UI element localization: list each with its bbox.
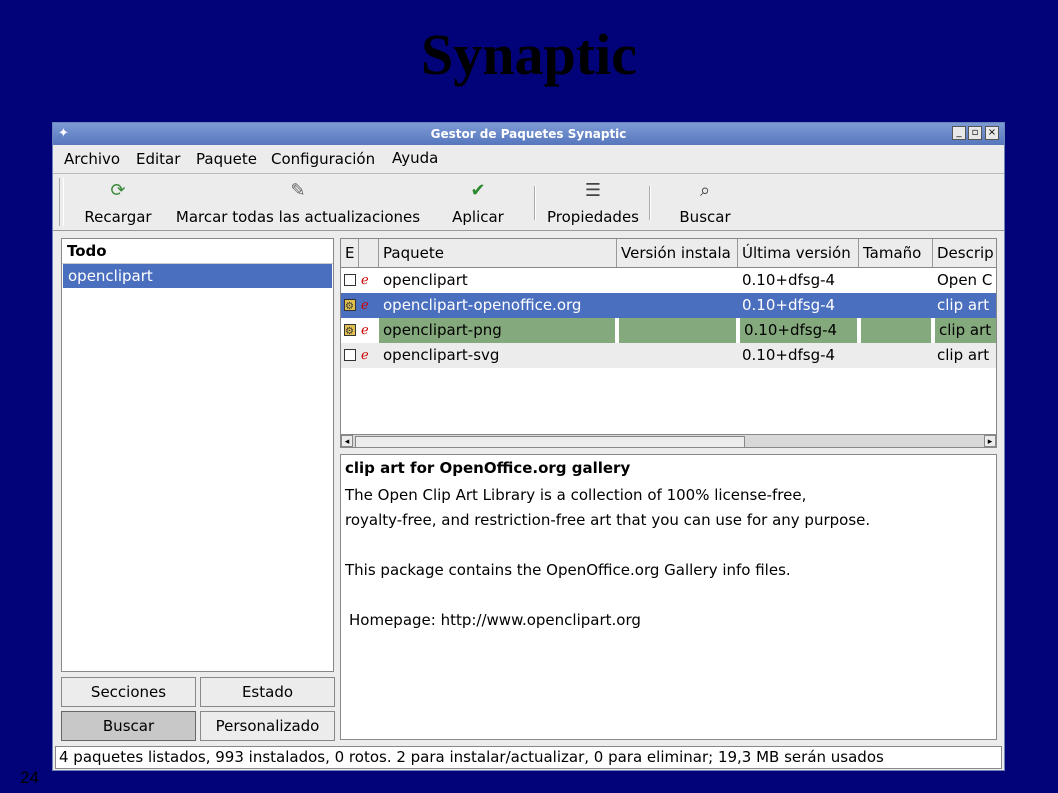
column-package[interactable]: Paquete (379, 239, 617, 267)
menu-ayuda[interactable]: Ayuda (392, 149, 438, 167)
properties-button[interactable]: ☰ Propiedades (543, 180, 643, 226)
toolbar: ⟳ Recargar ✎ Marcar todas las actualizac… (53, 174, 1004, 231)
debian-swirl-icon: ℯ (361, 348, 369, 363)
toolbar-handle[interactable] (59, 178, 64, 226)
description-blank (345, 583, 992, 608)
scroll-right-icon[interactable]: ▸ (984, 435, 996, 447)
sections-button[interactable]: Secciones (61, 677, 196, 707)
maximize-button[interactable]: ▫ (968, 126, 982, 140)
menu-archivo[interactable]: Archivo (64, 150, 120, 168)
package-latest-version: 0.10+dfsg-4 (742, 346, 836, 364)
package-name: openclipart-svg (383, 346, 500, 364)
slide-page-number: 24 (20, 768, 39, 787)
marked-install-icon[interactable] (344, 319, 356, 344)
reload-label: Recargar (84, 208, 152, 226)
package-list-header: E Paquete Versión instala Última versión… (341, 239, 996, 268)
menubar: Archivo Editar Paquete Configuración Ayu… (53, 145, 1004, 174)
debian-swirl-icon: ℯ (361, 323, 369, 338)
minimize-button[interactable]: _ (952, 126, 966, 140)
window-titlebar[interactable]: ✦ Gestor de Paquetes Synaptic _ ▫ × (53, 123, 1004, 145)
package-name: openclipart-png (379, 318, 615, 343)
package-row[interactable]: ℯ openclipart-png 0.10+dfsg-4 clip art (341, 318, 996, 344)
debian-swirl-icon: ℯ (361, 273, 369, 288)
package-row[interactable]: ℯ openclipart 0.10+dfsg-4 Open C (341, 268, 996, 293)
mark-upgrades-icon: ✎ (290, 180, 306, 201)
package-description: clip art (935, 318, 996, 343)
filter-item-openclipart[interactable]: openclipart (63, 264, 332, 288)
slide-title: Synaptic (421, 22, 637, 87)
package-list: E Paquete Versión instala Última versión… (340, 238, 997, 444)
search-button[interactable]: ⌕ Buscar (674, 180, 736, 226)
column-installed-version[interactable]: Versión instala (617, 239, 738, 267)
description-heading: clip art for OpenOffice.org gallery (345, 459, 631, 477)
column-latest-version[interactable]: Última versión (738, 239, 859, 267)
reload-icon: ⟳ (110, 180, 126, 201)
column-status[interactable]: E (341, 239, 359, 267)
menu-configuracion[interactable]: Configuración (271, 150, 375, 168)
description-blank (345, 533, 992, 558)
toolbar-separator (534, 186, 536, 220)
apply-label: Aplicar (452, 208, 504, 226)
package-row[interactable]: ℯ openclipart-svg 0.10+dfsg-4 clip art (341, 343, 996, 368)
search-label: Buscar (679, 208, 731, 226)
package-description-pane: clip art for OpenOffice.org gallery The … (340, 454, 997, 740)
column-support[interactable] (359, 239, 379, 267)
mark-all-upgrades-button[interactable]: ✎ Marcar todas las actualizaciones (173, 180, 423, 226)
properties-label: Propiedades (547, 208, 639, 226)
package-installed-version (619, 318, 736, 343)
column-size[interactable]: Tamaño (859, 239, 933, 267)
menu-editar[interactable]: Editar (136, 150, 180, 168)
package-size (861, 318, 931, 343)
package-latest-version: 0.10+dfsg-4 (742, 271, 836, 289)
status-button[interactable]: Estado (200, 677, 335, 707)
package-name: openclipart (383, 271, 468, 289)
close-button[interactable]: × (985, 126, 999, 140)
package-latest-version: 0.10+dfsg-4 (740, 318, 857, 343)
mark-all-label: Marcar todas las actualizaciones (175, 208, 421, 226)
apply-check-icon: ✔ (470, 180, 486, 201)
description-line: The Open Clip Art Library is a collectio… (345, 486, 807, 504)
scroll-left-icon[interactable]: ◂ (341, 435, 353, 447)
debian-swirl-icon: ℯ (361, 298, 369, 313)
synaptic-window: ✦ Gestor de Paquetes Synaptic _ ▫ × Arch… (52, 122, 1005, 771)
apply-button[interactable]: ✔ Aplicar (445, 180, 511, 226)
menu-paquete[interactable]: Paquete (196, 150, 257, 168)
properties-icon: ☰ (584, 180, 602, 201)
column-description[interactable]: Descrip (933, 239, 996, 267)
scrollbar-thumb[interactable] (355, 436, 745, 448)
marked-install-icon[interactable] (344, 294, 356, 319)
status-checkbox[interactable] (344, 349, 356, 361)
filter-list-header[interactable]: Todo (62, 239, 333, 264)
status-checkbox[interactable] (344, 274, 356, 286)
window-title: Gestor de Paquetes Synaptic (430, 127, 627, 141)
package-name: openclipart-openoffice.org (383, 296, 582, 314)
filter-list: Todo openclipart (61, 238, 334, 672)
toolbar-separator (649, 186, 651, 220)
package-description: clip art (937, 296, 990, 314)
search-icon: ⌕ (699, 180, 711, 201)
description-line: royalty-free, and restriction-free art t… (345, 511, 871, 529)
package-list-scrollbar[interactable]: ◂ ▸ (340, 434, 997, 448)
description-line: This package contains the OpenOffice.org… (345, 561, 791, 579)
package-description: clip art (937, 346, 990, 364)
search-results-button[interactable]: Buscar (61, 711, 196, 741)
package-latest-version: 0.10+dfsg-4 (742, 296, 836, 314)
status-bar: 4 paquetes listados, 993 instalados, 0 r… (55, 746, 1002, 769)
reload-button[interactable]: ⟳ Recargar (83, 180, 153, 226)
package-row[interactable]: ℯ openclipart-openoffice.org 0.10+dfsg-4… (341, 293, 996, 319)
description-homepage[interactable]: Homepage: http://www.openclipart.org (345, 608, 992, 633)
custom-filter-button[interactable]: Personalizado (200, 711, 335, 741)
package-description: Open C (937, 271, 993, 289)
